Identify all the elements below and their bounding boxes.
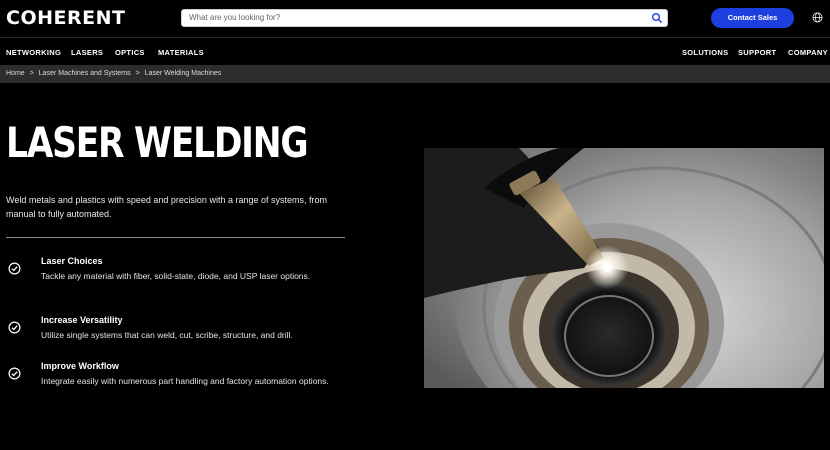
contact-sales-button[interactable]: Contact Sales bbox=[711, 8, 794, 28]
breadcrumb-separator: > bbox=[29, 70, 34, 77]
divider bbox=[6, 237, 345, 238]
feature-title: Improve Workflow bbox=[41, 361, 119, 371]
breadcrumb-separator: > bbox=[135, 70, 140, 77]
laser-welding-image bbox=[424, 148, 824, 388]
search-icon[interactable] bbox=[651, 12, 663, 24]
top-header: COHERENT What are you looking for? Conta… bbox=[0, 0, 830, 38]
breadcrumb-current: Laser Welding Machines bbox=[144, 70, 222, 77]
feature-title: Laser Choices bbox=[41, 256, 103, 266]
nav-materials[interactable]: MATERIALS bbox=[158, 48, 204, 57]
search-input[interactable]: What are you looking for? bbox=[181, 9, 668, 27]
hero-description: Weld metals and plastics with speed and … bbox=[6, 195, 327, 219]
nav-networking[interactable]: NETWORKING bbox=[6, 48, 61, 57]
breadcrumb-home[interactable]: Home bbox=[6, 70, 25, 77]
feature-text: Integrate easily with numerous part hand… bbox=[41, 376, 329, 386]
coherent-logo[interactable]: COHERENT bbox=[6, 7, 126, 29]
nav-lasers[interactable]: LASERS bbox=[71, 48, 103, 57]
globe-icon[interactable] bbox=[812, 12, 823, 23]
nav-optics[interactable]: OPTICS bbox=[115, 48, 145, 57]
check-circle-icon bbox=[8, 367, 21, 380]
search-placeholder: What are you looking for? bbox=[189, 13, 281, 22]
feature-text: Tackle any material with fiber, solid-st… bbox=[41, 271, 311, 281]
check-circle-icon bbox=[8, 321, 21, 334]
check-circle-icon bbox=[8, 262, 21, 275]
breadcrumb: Home > Laser Machines and Systems > Laser We… bbox=[0, 65, 830, 83]
feature-text: Utilize single systems that can weld, cu… bbox=[41, 330, 293, 340]
page-title: LASER WELDING bbox=[6, 118, 309, 167]
nav-support[interactable]: SUPPORT bbox=[738, 48, 776, 57]
breadcrumb-laser-machines[interactable]: Laser Machines and Systems bbox=[39, 70, 131, 77]
nav-company[interactable]: COMPANY bbox=[788, 48, 828, 57]
feature-title: Increase Versatility bbox=[41, 315, 123, 325]
main-nav: NETWORKING LASERS OPTICS MATERIALS SOLUT… bbox=[0, 39, 830, 65]
brand-name: COHERENT bbox=[6, 7, 126, 29]
nav-solutions[interactable]: SOLUTIONS bbox=[682, 48, 728, 57]
